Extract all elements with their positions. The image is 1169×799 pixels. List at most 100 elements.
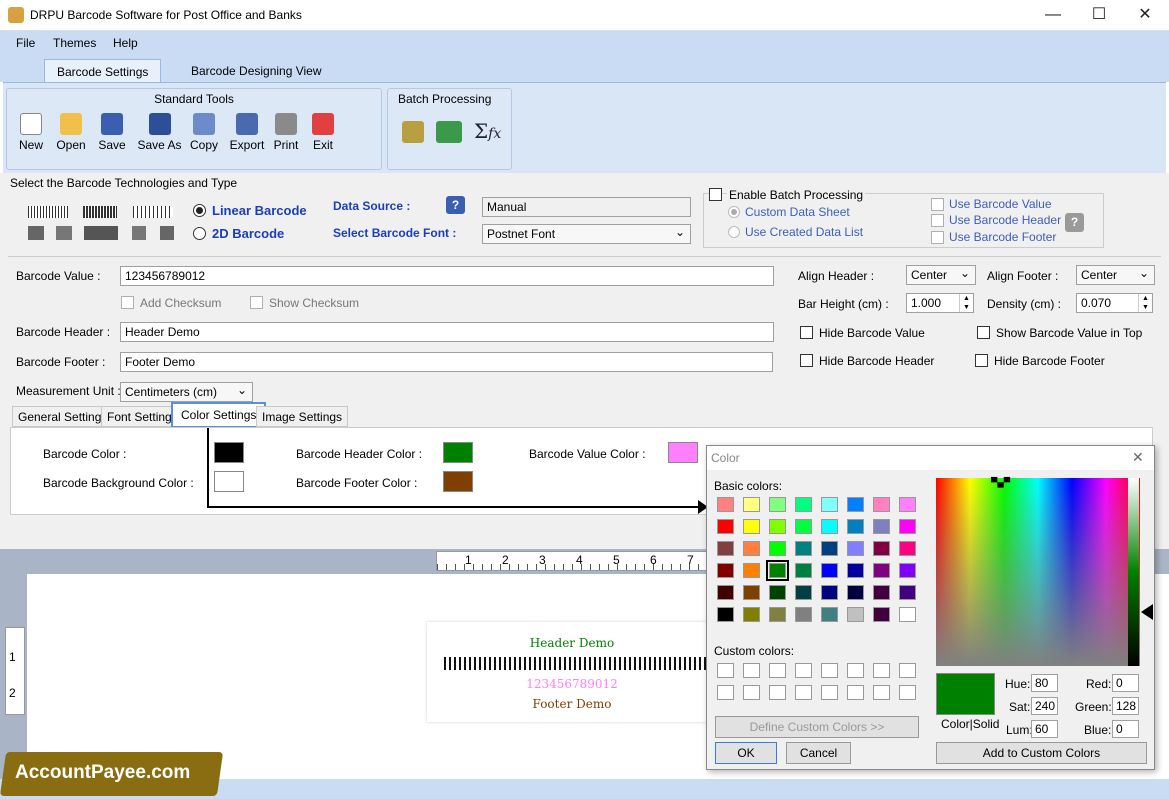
maximize-button[interactable]: ☐ <box>1076 0 1122 30</box>
basic-color-cell[interactable] <box>795 563 812 578</box>
hide-barcode-footer-checkbox[interactable] <box>975 354 988 367</box>
formula-icon[interactable]: Σfx <box>474 119 501 143</box>
basic-color-cell[interactable] <box>899 519 916 534</box>
close-button[interactable]: ✕ <box>1122 0 1168 30</box>
basic-color-cell[interactable] <box>795 519 812 534</box>
minimize-button[interactable]: — <box>1030 0 1076 30</box>
2d-barcode-radio[interactable] <box>193 227 206 240</box>
tab-image-settings[interactable]: Image Settings <box>256 406 349 427</box>
barcode-footer-input[interactable]: Footer Demo <box>120 352 773 372</box>
tab-barcode-designing-view[interactable]: Barcode Designing View <box>179 59 334 82</box>
basic-color-cell[interactable] <box>899 497 916 512</box>
custom-color-cell[interactable] <box>847 663 864 678</box>
barcode-font-select[interactable]: Postnet Font <box>482 224 691 244</box>
basic-color-cell[interactable] <box>743 541 760 556</box>
created-data-list-radio[interactable] <box>728 226 740 238</box>
tab-barcode-settings[interactable]: Barcode Settings <box>44 59 162 82</box>
basic-color-cell[interactable] <box>847 541 864 556</box>
align-header-select[interactable]: Center <box>906 265 976 285</box>
basic-color-cell[interactable] <box>821 497 838 512</box>
print-button[interactable]: Print <box>266 113 306 152</box>
use-barcode-header-checkbox[interactable] <box>931 214 944 227</box>
basic-color-cell[interactable] <box>795 607 812 622</box>
basic-color-cell[interactable] <box>873 541 890 556</box>
basic-color-cell[interactable] <box>769 519 786 534</box>
basic-color-cell[interactable] <box>873 585 890 600</box>
data-source-field[interactable]: Manual <box>482 197 691 217</box>
cancel-button[interactable]: Cancel <box>786 742 851 764</box>
exit-button[interactable]: Exit <box>303 113 343 152</box>
copy-button[interactable]: Copy <box>184 113 224 152</box>
basic-color-cell[interactable] <box>717 563 734 578</box>
measurement-unit-select[interactable]: Centimeters (cm) <box>120 382 253 402</box>
basic-color-cell[interactable] <box>821 585 838 600</box>
ok-button[interactable]: OK <box>715 742 777 764</box>
basic-color-cell[interactable] <box>743 607 760 622</box>
basic-color-cell[interactable] <box>821 519 838 534</box>
batch-help-icon[interactable]: ? <box>1065 213 1084 232</box>
barcode-color-swatch[interactable] <box>214 442 244 463</box>
define-custom-colors-button[interactable]: Define Custom Colors >> <box>715 716 919 738</box>
header-color-swatch[interactable] <box>443 442 473 463</box>
color-spectrum[interactable] <box>936 478 1140 666</box>
custom-color-cell[interactable] <box>899 663 916 678</box>
green-input[interactable]: 128 <box>1112 697 1139 715</box>
dialog-close-button[interactable]: ✕ <box>1132 449 1144 466</box>
menu-help[interactable]: Help <box>113 36 138 50</box>
basic-color-cell[interactable] <box>873 519 890 534</box>
custom-color-cell[interactable] <box>821 663 838 678</box>
basic-color-cell[interactable] <box>821 563 838 578</box>
basic-color-cell[interactable] <box>821 607 838 622</box>
basic-color-cell[interactable] <box>769 607 786 622</box>
custom-color-cell[interactable] <box>873 663 890 678</box>
custom-color-cell[interactable] <box>743 685 760 700</box>
custom-color-cell[interactable] <box>899 685 916 700</box>
luminance-slider[interactable] <box>1128 478 1139 666</box>
tab-general-settings[interactable]: General Settings <box>12 406 114 427</box>
footer-color-swatch[interactable] <box>443 471 473 492</box>
basic-color-cell[interactable] <box>766 560 789 581</box>
menu-themes[interactable]: Themes <box>53 36 96 50</box>
basic-color-cell[interactable] <box>847 585 864 600</box>
use-barcode-footer-checkbox[interactable] <box>931 231 944 244</box>
barcode-header-input[interactable]: Header Demo <box>120 322 774 342</box>
2d-barcode-label[interactable]: 2D Barcode <box>212 226 284 241</box>
basic-color-cell[interactable] <box>795 497 812 512</box>
basic-color-cell[interactable] <box>847 607 864 622</box>
custom-color-cell[interactable] <box>717 685 734 700</box>
basic-color-cell[interactable] <box>743 497 760 512</box>
custom-color-cell[interactable] <box>717 663 734 678</box>
basic-color-cell[interactable] <box>795 585 812 600</box>
basic-color-cell[interactable] <box>717 541 734 556</box>
basic-color-cell[interactable] <box>743 563 760 578</box>
add-to-custom-colors-button[interactable]: Add to Custom Colors <box>936 742 1147 764</box>
basic-color-cell[interactable] <box>717 607 734 622</box>
show-checksum-checkbox[interactable] <box>250 296 263 309</box>
data-source-help-icon[interactable]: ? <box>446 196 465 214</box>
custom-color-cell[interactable] <box>743 663 760 678</box>
custom-color-cell[interactable] <box>821 685 838 700</box>
luminance-arrow-icon[interactable] <box>1141 604 1153 620</box>
basic-color-cell[interactable] <box>847 497 864 512</box>
excel-import-icon[interactable] <box>436 121 462 143</box>
use-barcode-value-checkbox[interactable] <box>931 198 944 211</box>
basic-color-cell[interactable] <box>717 519 734 534</box>
basic-color-cell[interactable] <box>743 519 760 534</box>
basic-color-cell[interactable] <box>873 607 890 622</box>
new-button[interactable]: New <box>11 113 51 152</box>
custom-data-sheet-radio[interactable] <box>728 206 740 218</box>
show-value-top-checkbox[interactable] <box>977 326 990 339</box>
align-footer-select[interactable]: Center <box>1076 265 1155 285</box>
blue-input[interactable]: 0 <box>1112 720 1139 738</box>
enable-batch-checkbox[interactable] <box>709 188 722 201</box>
basic-color-cell[interactable] <box>821 541 838 556</box>
density-spinner[interactable]: ▲ ▼ <box>1138 294 1152 312</box>
basic-color-cell[interactable] <box>847 519 864 534</box>
linear-barcode-label[interactable]: Linear Barcode <box>212 203 307 218</box>
save-as-button[interactable]: Save As <box>137 113 182 152</box>
custom-color-cell[interactable] <box>769 663 786 678</box>
menu-file[interactable]: File <box>16 36 35 50</box>
basic-color-cell[interactable] <box>769 541 786 556</box>
add-checksum-checkbox[interactable] <box>121 296 134 309</box>
basic-color-cell[interactable] <box>769 585 786 600</box>
